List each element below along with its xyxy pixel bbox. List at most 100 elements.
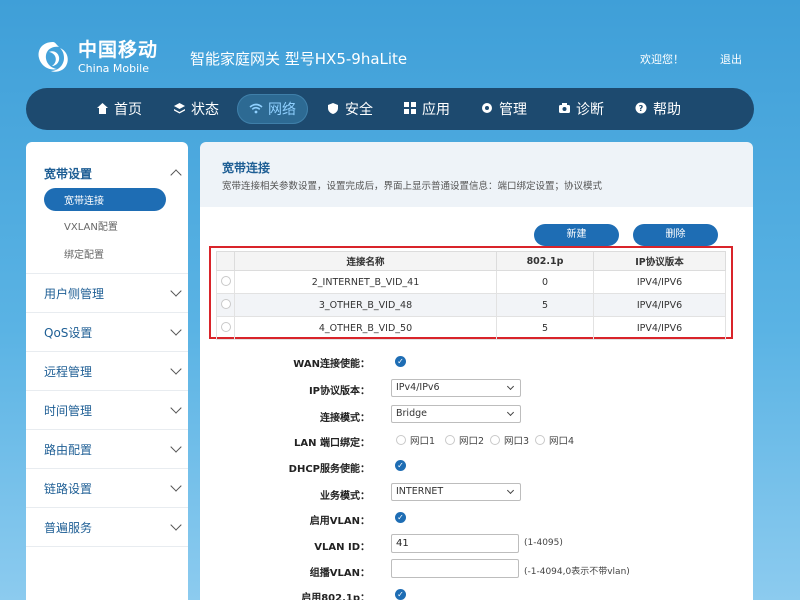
chevron-down-icon — [506, 486, 515, 495]
logo-chinese-text: 中国移动 — [78, 38, 159, 61]
logo-english-text: China Mobile — [78, 61, 150, 75]
nav-manage[interactable]: 管理 — [468, 94, 539, 124]
sidebar-group-label: 用户侧管理 — [44, 286, 105, 301]
wan-enable-checkbox[interactable]: ✓ — [395, 356, 406, 367]
table-cell-name: 3_OTHER_B_VID_48 — [234, 293, 497, 317]
row-radio[interactable] — [220, 298, 231, 309]
nav-security[interactable]: 安全 — [314, 94, 385, 124]
vlan-id-hint: (1-4095) — [524, 538, 563, 548]
ip-version-select[interactable]: IPv4/IPv6 — [391, 379, 521, 397]
sidebar: 宽带设置 宽带连接 VXLAN配置 绑定配置 用户侧管理 QoS设置 远程管理 … — [26, 142, 188, 600]
table-row[interactable]: 2_INTERNET_B_VID_41 0 IPV4/IPV6 — [216, 270, 726, 294]
grid-icon — [403, 102, 417, 116]
lan-port-radio[interactable] — [396, 435, 406, 445]
nav-status[interactable]: 状态 — [160, 94, 231, 124]
sidebar-group-label: 远程管理 — [44, 364, 93, 379]
chevron-down-icon — [170, 324, 182, 336]
table-row[interactable]: 4_OTHER_B_VID_50 5 IPV4/IPV6 — [216, 316, 726, 340]
lan-port-3-option[interactable]: 网口3 — [490, 433, 529, 447]
help-icon: ? — [634, 102, 648, 116]
lan-bind-label: LAN 端口绑定： — [294, 438, 370, 449]
multicast-vlan-input[interactable] — [391, 559, 519, 578]
row-radio[interactable] — [220, 321, 231, 332]
svg-text:?: ? — [639, 104, 644, 113]
sidebar-group-remote[interactable]: 远程管理 — [26, 352, 188, 391]
table-header-select — [216, 251, 235, 271]
lan-port-1-option[interactable]: 网口1 — [396, 433, 435, 447]
vlan-enable-checkbox[interactable]: ✓ — [395, 512, 406, 523]
new-button[interactable]: 新建 — [534, 224, 619, 246]
sidebar-item-binding[interactable]: 绑定配置 — [26, 239, 188, 267]
dhcp-label: DHCP服务使能： — [288, 464, 370, 475]
lan-port-radio[interactable] — [535, 435, 545, 445]
sidebar-group-link[interactable]: 链路设置 — [26, 469, 188, 508]
vlan-id-label: VLAN ID： — [314, 542, 370, 553]
table-cell-8021p: 5 — [496, 316, 594, 340]
sidebar-group-broadband[interactable]: 宽带设置 — [26, 158, 188, 188]
lan-port-radio[interactable] — [445, 435, 455, 445]
conn-mode-value: Bridge — [396, 408, 427, 419]
sidebar-group-label: 普遍服务 — [44, 520, 93, 535]
page-description: 宽带连接相关参数设置，设置完成后，界面上显示普通设置信息：端口绑定设置；协议模式 — [222, 181, 603, 192]
sidebar-group-qos[interactable]: QoS设置 — [26, 313, 188, 352]
sidebar-item-broadband-connection[interactable]: 宽带连接 — [44, 188, 166, 211]
dhcp-checkbox[interactable]: ✓ — [395, 460, 406, 471]
conn-mode-label: 连接模式： — [320, 413, 370, 424]
nav-home[interactable]: 首页 — [83, 94, 154, 124]
chevron-down-icon — [170, 441, 182, 453]
table-cell-ip-version: IPV4/IPV6 — [593, 316, 726, 340]
sidebar-group-label: 路由配置 — [44, 442, 93, 457]
sidebar-group-universal-service[interactable]: 普遍服务 — [26, 508, 188, 547]
nav-network-label: 网络 — [268, 102, 296, 118]
lan-port-2-option[interactable]: 网口2 — [445, 433, 484, 447]
layers-icon — [172, 102, 186, 116]
table-cell-8021p: 5 — [496, 293, 594, 317]
home-icon — [95, 102, 109, 116]
sidebar-item-vxlan[interactable]: VXLAN配置 — [26, 211, 188, 239]
nav-apps-label: 应用 — [422, 102, 450, 118]
row-radio[interactable] — [220, 275, 231, 286]
service-mode-select[interactable]: INTERNET — [391, 483, 521, 501]
lan-port-4-option[interactable]: 网口4 — [535, 433, 574, 447]
nav-diagnose-label: 诊断 — [576, 102, 604, 118]
connection-table-highlight: 连接名称 802.1p IP协议版本 2_INTERNET_B_VID_41 0… — [209, 246, 733, 340]
p8021-enable-checkbox[interactable]: ✓ — [395, 589, 406, 600]
nav-manage-label: 管理 — [499, 102, 527, 118]
service-mode-value: INTERNET — [396, 486, 444, 497]
chevron-up-icon — [170, 169, 182, 181]
nav-apps[interactable]: 应用 — [391, 94, 462, 124]
china-mobile-logo-icon — [34, 38, 72, 76]
ip-version-label: IP协议版本： — [308, 386, 370, 397]
nav-network[interactable]: 网络 — [237, 94, 308, 124]
table-header-8021p: 802.1p — [496, 251, 594, 271]
sidebar-group-routing[interactable]: 路由配置 — [26, 430, 188, 469]
main-nav: 首页 状态 网络 安全 应用 管理 诊断 ? 帮助 — [26, 88, 754, 130]
lan-port-radio[interactable] — [490, 435, 500, 445]
sidebar-group-label: 链路设置 — [44, 481, 93, 496]
china-mobile-logo: 中国移动 China Mobile — [34, 38, 158, 76]
chevron-down-icon — [170, 519, 182, 531]
sidebar-group-user-side[interactable]: 用户侧管理 — [26, 274, 188, 313]
chevron-down-icon — [170, 363, 182, 375]
page-title: 宽带连接 — [222, 161, 271, 175]
conn-mode-select[interactable]: Bridge — [391, 405, 521, 423]
delete-button[interactable]: 删除 — [633, 224, 718, 246]
chevron-down-icon — [506, 408, 515, 417]
chevron-down-icon — [170, 480, 182, 492]
table-row[interactable]: 3_OTHER_B_VID_48 5 IPV4/IPV6 — [216, 293, 726, 317]
nav-help[interactable]: ? 帮助 — [622, 94, 693, 124]
nav-help-label: 帮助 — [653, 102, 681, 118]
table-header-name: 连接名称 — [234, 251, 497, 271]
table-cell-ip-version: IPV4/IPV6 — [593, 293, 726, 317]
multicast-vlan-label: 组播VLAN： — [309, 568, 370, 579]
sidebar-group-label: QoS设置 — [44, 325, 93, 340]
logout-link[interactable]: 退出 — [720, 51, 742, 67]
main-content: 新建 删除 连接名称 802.1p IP协议版本 2_INTERNET_B_VI… — [200, 207, 753, 600]
camera-icon — [557, 102, 571, 116]
nav-home-label: 首页 — [114, 102, 142, 118]
sidebar-group-time[interactable]: 时间管理 — [26, 391, 188, 430]
vlan-id-input[interactable]: 41 — [391, 534, 519, 553]
multicast-vlan-hint: (-1-4094,0表示不带vlan) — [524, 567, 630, 577]
nav-security-label: 安全 — [345, 102, 373, 118]
nav-diagnose[interactable]: 诊断 — [545, 94, 616, 124]
